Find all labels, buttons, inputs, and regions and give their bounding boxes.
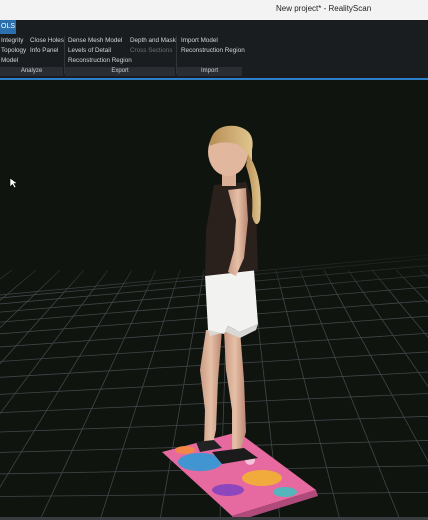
import-group-label: Import	[177, 67, 242, 76]
depth-and-mask-button[interactable]: Depth and Mask	[130, 37, 176, 44]
import-model-button[interactable]: Import Model	[181, 37, 218, 44]
analyze-group-label: Analyze	[0, 67, 63, 76]
tab-tools[interactable]: OLS	[0, 20, 16, 34]
integrity-button[interactable]: Integrity	[1, 37, 23, 44]
levels-of-detail-button[interactable]: Levels of Detail	[68, 47, 111, 54]
info-panel-button[interactable]: Info Panel	[30, 47, 58, 54]
mouse-cursor-icon	[9, 177, 19, 189]
export-group-label: Export	[65, 67, 175, 76]
3d-viewport[interactable]	[0, 80, 428, 520]
close-holes-button[interactable]: Close Holes	[30, 37, 64, 44]
dense-mesh-model-button[interactable]: Dense Mesh Model	[68, 37, 122, 44]
scene-render	[0, 125, 428, 520]
topology-button[interactable]: Topology	[1, 47, 26, 54]
window-titlebar: New project* - RealityScan	[0, 0, 428, 20]
cross-sections-button[interactable]: Cross Sections	[130, 47, 172, 54]
window-title: New project* - RealityScan	[276, 4, 372, 13]
export-reconstruction-region-button[interactable]: Reconstruction Region	[68, 57, 132, 64]
import-reconstruction-region-button[interactable]: Reconstruction Region	[181, 47, 245, 54]
ribbon-toolbar: OLS Integrity Topology Model Close Holes…	[0, 20, 428, 80]
model-button[interactable]: Model	[1, 57, 18, 64]
